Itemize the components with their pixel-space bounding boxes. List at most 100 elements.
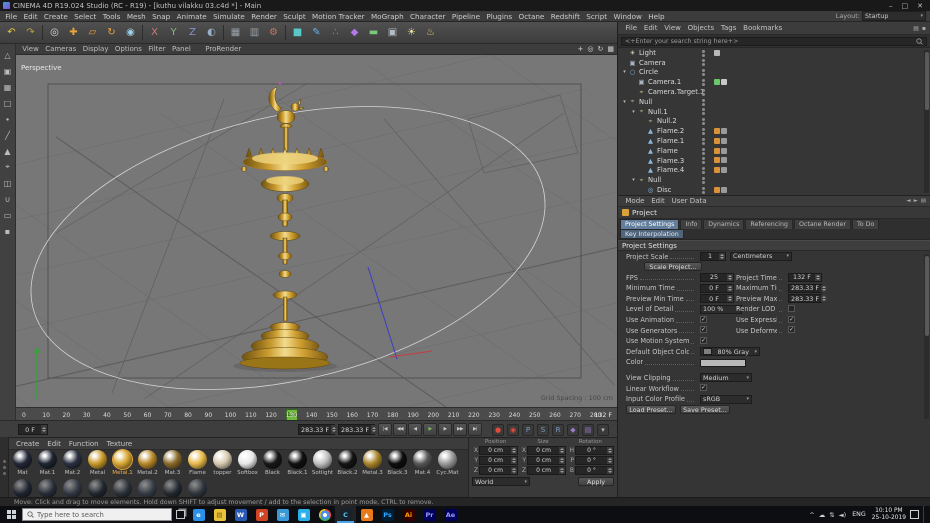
next-key-button[interactable]: ▶▶ (453, 423, 467, 436)
menu-mesh[interactable]: Mesh (124, 12, 149, 21)
project-scale-input[interactable]: 1 (700, 251, 726, 261)
om-options-icon[interactable]: ▤ (913, 25, 919, 32)
record-keyframe-button[interactable]: ● (492, 423, 504, 436)
menu-animate[interactable]: Animate (173, 12, 210, 21)
menu-file[interactable]: File (2, 12, 20, 21)
points-mode-icon[interactable]: ∙ (2, 113, 14, 125)
menu-window[interactable]: Window (610, 12, 645, 21)
material-menu-function[interactable]: Function (65, 440, 103, 448)
spinner-arrows-icon[interactable] (727, 273, 733, 281)
premiere-icon[interactable]: Pr (419, 506, 440, 523)
edge-icon[interactable]: e (188, 506, 209, 523)
polygons-mode-icon[interactable]: ▲ (2, 145, 14, 157)
use-deformers-checkbox[interactable]: ✓ (788, 326, 795, 334)
material-item-metal[interactable]: Metal (85, 450, 110, 476)
om-menu-file[interactable]: File (622, 24, 641, 32)
viewport-menu-filter[interactable]: Filter (145, 45, 169, 53)
menu-script[interactable]: Script (583, 12, 610, 21)
material-item-sotlight[interactable]: Sotlight (310, 450, 335, 476)
om-menu-bookmarks[interactable]: Bookmarks (740, 24, 786, 32)
material-item-mat[interactable]: Mat (10, 450, 35, 476)
visibility-dots[interactable] (702, 127, 705, 135)
action-center-icon[interactable] (910, 510, 919, 519)
viewport-menu-panel[interactable]: Panel (169, 45, 194, 53)
save-preset-button[interactable]: Save Preset... (680, 405, 730, 415)
material-item[interactable] (185, 479, 210, 497)
tab-to-do[interactable]: To Do (851, 219, 880, 229)
coord-r-h-input[interactable]: 0 ° (575, 446, 614, 455)
mail-icon[interactable]: ✉ (272, 506, 293, 523)
preview-min-time-input[interactable]: 0 F (700, 294, 734, 304)
spinner-arrows-icon[interactable] (607, 457, 613, 464)
maximum-time-input[interactable]: 283.33 F (788, 283, 828, 293)
load-preset-button[interactable]: Load Preset... (626, 405, 676, 415)
tag-icon[interactable] (714, 186, 720, 193)
object-row-flame-2[interactable]: ▲ Flame.2 (618, 126, 930, 136)
close-button[interactable]: ✕ (917, 2, 923, 10)
coord-p-x-input[interactable]: 0 cm (479, 446, 518, 455)
spinner-arrows-icon[interactable] (511, 457, 517, 464)
material-item[interactable] (85, 479, 110, 497)
expand-icon[interactable]: ▾ (630, 177, 637, 183)
workplane-icon[interactable]: ▭ (2, 209, 14, 221)
material-item-flame[interactable]: Flame (185, 450, 210, 476)
minimize-button[interactable]: – (889, 2, 893, 10)
material-item-black[interactable]: Black (260, 450, 285, 476)
visibility-dots[interactable] (702, 108, 705, 116)
object-row-null-1[interactable]: ▾ ⌖ Null.1 (618, 107, 930, 117)
visibility-dots[interactable] (702, 118, 705, 126)
menu-motion-tracker[interactable]: Motion Tracker (309, 12, 368, 21)
goto-end-button[interactable]: ▶| (468, 423, 482, 436)
coord-p-z-input[interactable]: 0 cm (479, 466, 518, 475)
clock[interactable]: 10:10 PM 25-10-2019 (872, 508, 906, 522)
am-menu-user-data[interactable]: User Data (668, 197, 710, 205)
chrome-icon[interactable] (314, 506, 335, 523)
object-row-flame-4[interactable]: ▲ Flame.4 (618, 166, 930, 176)
file-explorer-icon[interactable]: ▤ (209, 506, 230, 523)
menu-create[interactable]: Create (41, 12, 71, 21)
om-menu-objects[interactable]: Objects (684, 24, 717, 32)
material-item-softbox[interactable]: Softbox (235, 450, 260, 476)
show-desktop-button[interactable] (923, 506, 928, 523)
edges-mode-icon[interactable]: ╱ (2, 129, 14, 141)
material-item[interactable] (110, 479, 135, 497)
current-frame-input[interactable]: 0 F (18, 424, 48, 435)
cinema4d-icon[interactable]: C (335, 506, 356, 523)
tab-key-interpolation[interactable]: Key Interpolation (620, 229, 684, 239)
visibility-dots[interactable] (702, 147, 705, 155)
record-parameter-icon[interactable]: ◆ (567, 423, 579, 436)
object-row-null-2[interactable]: ⌖ Null.2 (618, 117, 930, 127)
scale-project-button[interactable]: Scale Project... (644, 262, 702, 272)
add-cube-icon[interactable]: ■ (288, 23, 307, 42)
material-menu-edit[interactable]: Edit (43, 440, 65, 448)
material-item-mat-3[interactable]: Mat.3 (160, 450, 185, 476)
tag-icon[interactable] (714, 127, 720, 134)
menu-plugins[interactable]: Plugins (483, 12, 515, 21)
record-scale-icon[interactable]: S (537, 423, 549, 436)
tag-icon[interactable] (721, 137, 727, 144)
add-camera-icon[interactable]: ▣ (383, 23, 402, 42)
material-item[interactable] (135, 479, 160, 497)
expand-icon[interactable]: ▾ (621, 99, 628, 105)
om-menu-tags[interactable]: Tags (717, 24, 739, 32)
use-generators-checkbox[interactable]: ✓ (700, 326, 707, 334)
camera-zoom-icon[interactable]: ◎ (587, 45, 593, 53)
menu-help[interactable]: Help (645, 12, 668, 21)
om-menu-edit[interactable]: Edit (641, 24, 661, 32)
spinner-arrows-icon[interactable] (559, 457, 565, 464)
add-mograph-icon[interactable]: ∴ (326, 23, 345, 42)
material-item-black-2[interactable]: Black.2 (335, 450, 360, 476)
camera-pan-icon[interactable]: + (578, 45, 584, 53)
add-light-icon[interactable]: ☀ (402, 23, 421, 42)
menu-select[interactable]: Select (71, 12, 100, 21)
tag-icon[interactable] (721, 186, 727, 193)
spline-point[interactable] (278, 81, 282, 85)
viewport-menu-display[interactable]: Display (80, 45, 112, 53)
object-row-flame-3[interactable]: ▲ Flame.3 (618, 156, 930, 166)
snap-icon[interactable]: ∪ (2, 193, 14, 205)
menu-edit[interactable]: Edit (20, 12, 40, 21)
fps-input[interactable]: 25 (700, 272, 734, 282)
visibility-dots[interactable] (702, 49, 705, 57)
y-axis-lock-icon[interactable]: Y (164, 23, 183, 42)
spinner-arrows-icon[interactable] (607, 467, 613, 474)
